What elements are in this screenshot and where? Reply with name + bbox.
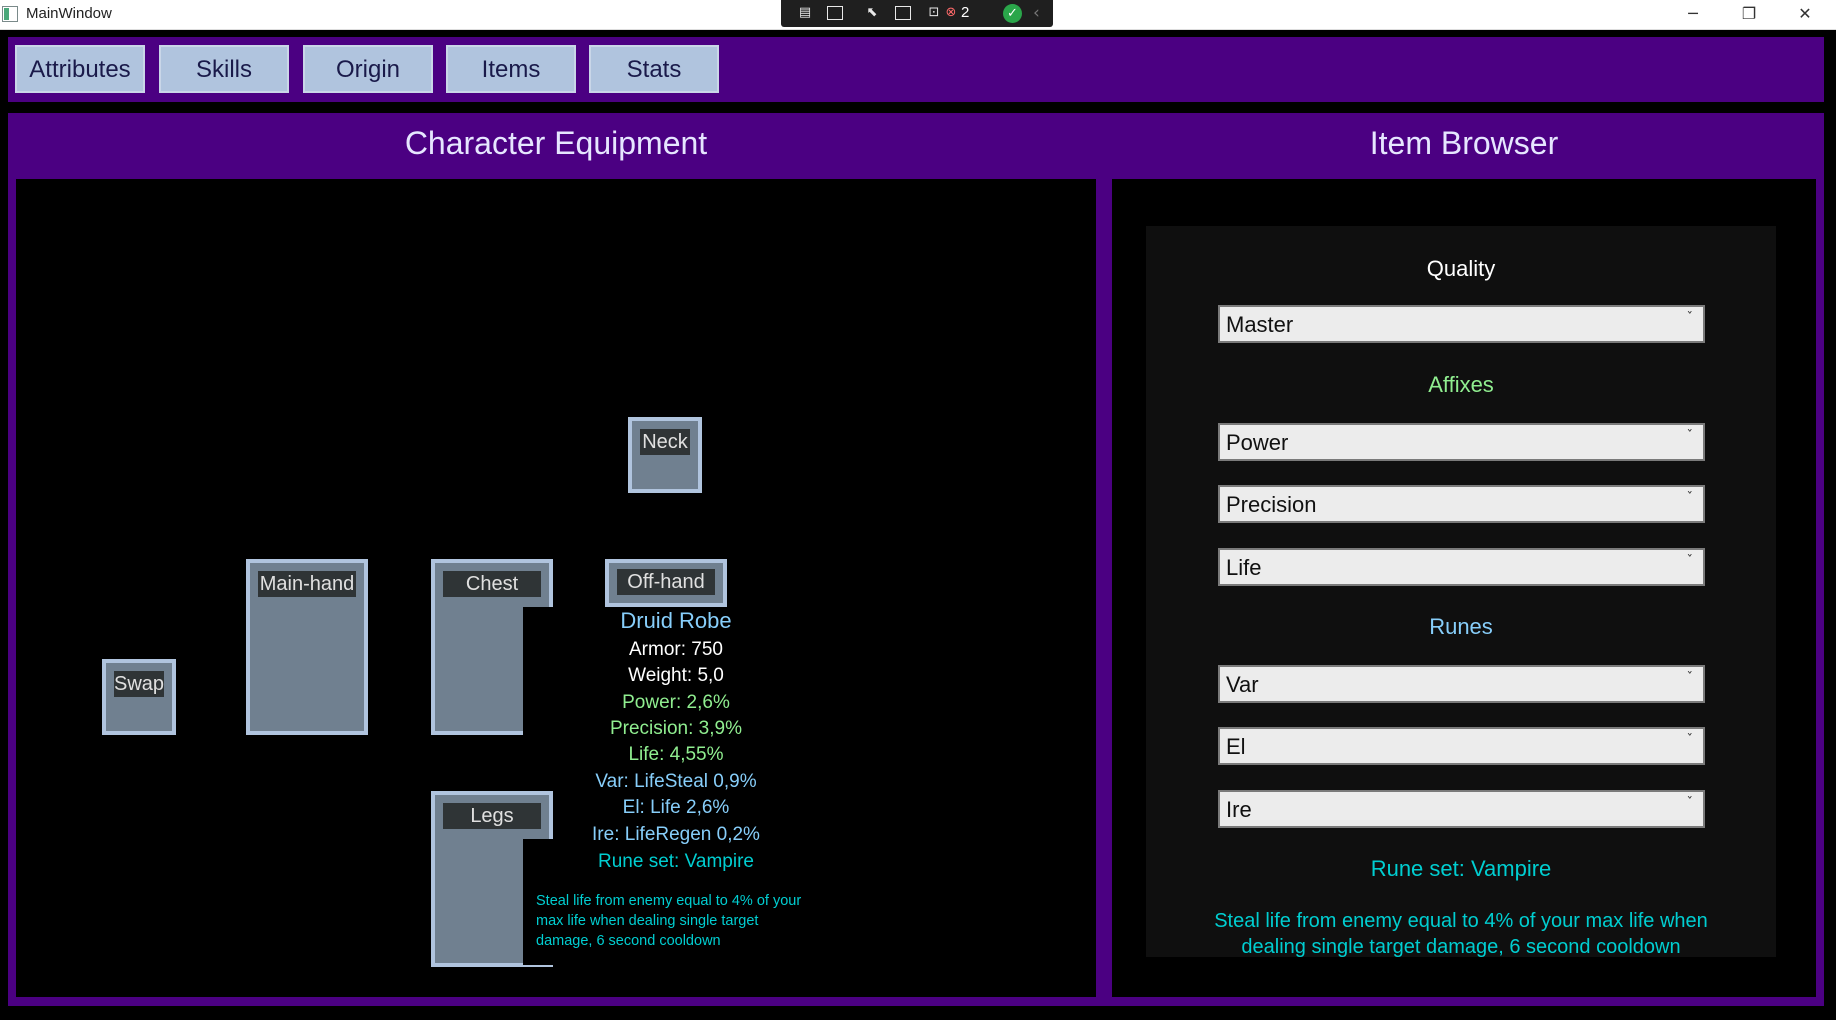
maximize-button[interactable]: ❐	[1721, 0, 1777, 29]
affix-dropdown-2[interactable]: Precision ˇ	[1218, 485, 1705, 523]
slot-chest[interactable]: Chest	[431, 559, 557, 739]
tab-skills[interactable]: Skills	[159, 45, 289, 93]
rune-set-description: Steal life from enemy equal to 4% of you…	[1214, 910, 1708, 958]
tooltip-affix-power: Power: 2,6%	[622, 692, 730, 713]
display-layout-adorners-icon[interactable]	[895, 6, 911, 20]
chevron-down-icon: ˇ	[1686, 733, 1694, 748]
runes-heading: Runes	[1429, 614, 1493, 639]
tooltip-rune-ire: Ire: LifeRegen 0,2%	[592, 824, 760, 845]
rune-dropdown-2[interactable]: El ˇ	[1218, 727, 1705, 765]
tab-items[interactable]: Items	[446, 45, 576, 93]
affix-dropdown-2-value: Precision	[1226, 492, 1317, 517]
quality-dropdown-value: Master	[1226, 312, 1294, 337]
live-visual-tree-icon[interactable]: ▤	[795, 4, 815, 22]
equipment-panel: Neck Main-hand Chest Off-hand Swap Legs …	[8, 179, 1104, 1006]
tooltip-affix-life: Life: 4,55%	[628, 744, 724, 765]
affix-dropdown-1-value: Power	[1226, 430, 1289, 455]
quality-dropdown[interactable]: Master ˇ	[1218, 305, 1705, 343]
affix-dropdown-3-value: Life	[1226, 555, 1262, 580]
app-icon	[2, 6, 18, 22]
tooltip-weight: Weight: 5,0	[628, 665, 724, 686]
chevron-down-icon: ˇ	[1686, 554, 1694, 569]
window-title: MainWindow	[26, 5, 112, 22]
chevron-down-icon: ˇ	[1686, 491, 1694, 506]
tooltip-armor: Armor: 750	[629, 639, 723, 660]
chevron-down-icon: ˇ	[1686, 671, 1694, 686]
tab-origin[interactable]: Origin	[303, 45, 433, 93]
tooltip-rune-el: El: Life 2,6%	[622, 797, 730, 818]
slot-main-hand[interactable]: Main-hand	[246, 559, 368, 735]
tooltip-affix-precision: Precision: 3,9%	[609, 718, 742, 739]
slot-legs[interactable]: Legs	[431, 791, 557, 967]
slot-legs-label: Legs	[443, 803, 541, 829]
tab-stats[interactable]: Stats	[589, 45, 719, 93]
equipment-panel-title: Character Equipment	[8, 113, 1104, 179]
tooltip-item-name: Druid Robe	[620, 608, 732, 633]
slot-main-hand-label: Main-hand	[258, 571, 356, 597]
rune-dropdown-3[interactable]: Ire ˇ	[1218, 790, 1705, 828]
slot-neck[interactable]: Neck	[628, 417, 702, 493]
tab-attributes[interactable]: Attributes	[15, 45, 145, 93]
chevron-down-icon: ˇ	[1686, 796, 1694, 811]
collapse-toolbar-icon[interactable]: ‹	[1033, 3, 1040, 23]
slot-off-hand[interactable]: Off-hand	[605, 559, 727, 607]
rune-dropdown-1-value: Var	[1226, 672, 1259, 697]
record-icon[interactable]	[827, 6, 843, 20]
affix-dropdown-1[interactable]: Power ˇ	[1218, 423, 1705, 461]
select-element-icon[interactable]: ⬉	[862, 4, 882, 22]
tooltip-rune-set-description: Steal life from enemy equal to 4% of you…	[536, 893, 802, 949]
binding-failures-count: 2	[961, 4, 970, 21]
slot-neck-label: Neck	[640, 429, 690, 455]
tooltip-rune-set: Rune set: Vampire	[598, 851, 754, 872]
slot-chest-notch	[523, 607, 557, 739]
chevron-down-icon: ˇ	[1686, 429, 1694, 444]
rune-set-heading: Rune set: Vampire	[1370, 856, 1552, 881]
rune-dropdown-2-value: El	[1226, 734, 1246, 759]
item-browser-title: Item Browser	[1104, 113, 1824, 179]
slot-chest-label: Chest	[443, 571, 541, 597]
binding-failures-icon[interactable]: ⊗	[941, 4, 961, 22]
item-browser-form: Quality Master ˇ Affixes Power ˇ Precisi…	[1146, 226, 1776, 958]
hot-reload-check-icon[interactable]: ✓	[1003, 4, 1022, 23]
close-button[interactable]: ✕	[1777, 0, 1833, 29]
window-titlebar: MainWindow ▤ ⬉ ⊡ ⊗ 2 ✓ ‹ ─ ❐ ✕	[0, 0, 1836, 30]
tab-bar: Attributes Skills Origin Items Stats	[8, 37, 1824, 102]
rune-dropdown-3-value: Ire	[1226, 797, 1252, 822]
affixes-heading: Affixes	[1428, 372, 1494, 397]
quality-heading: Quality	[1426, 256, 1496, 281]
chevron-down-icon: ˇ	[1686, 311, 1694, 326]
tooltip-rune-var: Var: LifeSteal 0,9%	[595, 771, 757, 792]
debug-toolbar: ▤ ⬉ ⊡ ⊗ 2 ✓ ‹	[781, 0, 1053, 27]
slot-swap-label: Swap	[114, 671, 165, 697]
slot-swap[interactable]: Swap	[102, 659, 176, 735]
rune-dropdown-1[interactable]: Var ˇ	[1218, 665, 1705, 703]
slot-off-hand-label: Off-hand	[617, 569, 715, 595]
minimize-button[interactable]: ─	[1665, 0, 1721, 29]
affix-dropdown-3[interactable]: Life ˇ	[1218, 548, 1705, 586]
